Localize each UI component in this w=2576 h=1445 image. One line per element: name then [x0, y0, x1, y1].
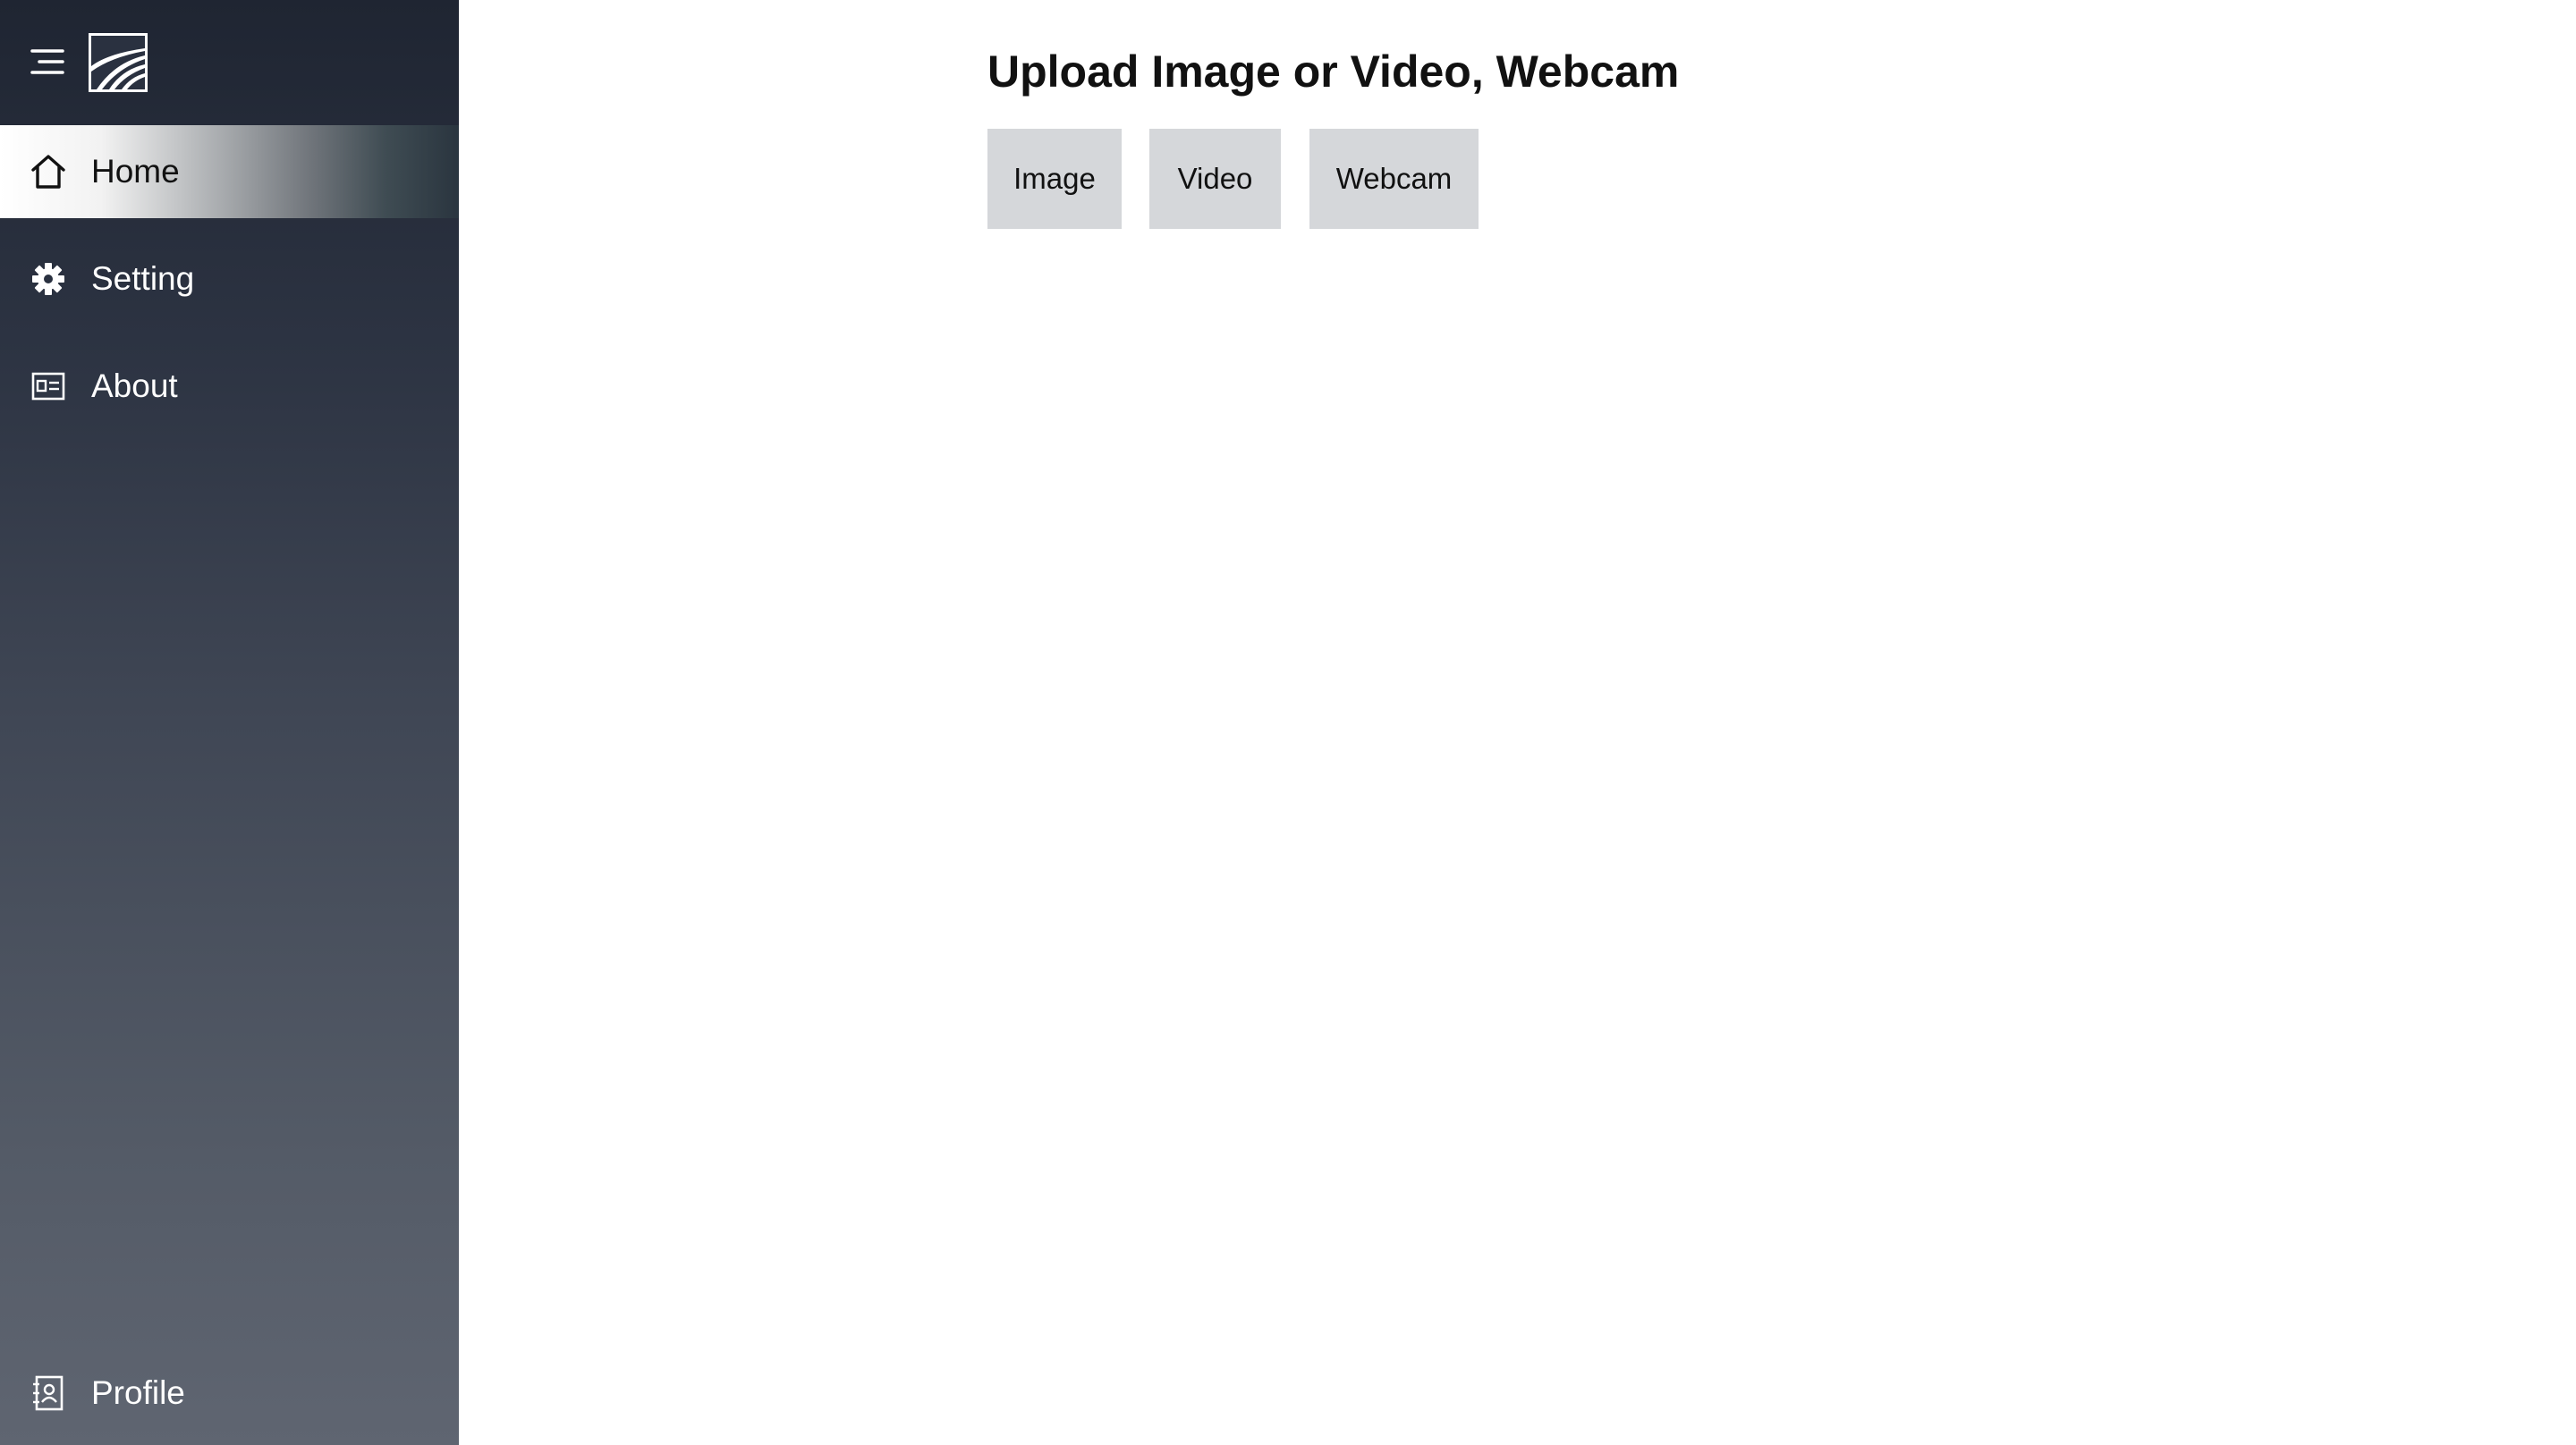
main-content: Upload Image or Video, Webcam Image Vide…	[459, 0, 2576, 1445]
page-title: Upload Image or Video, Webcam	[987, 46, 1680, 97]
sidebar-item-label: About	[91, 368, 178, 404]
sidebar-item-setting[interactable]: Setting	[0, 232, 459, 325]
sidebar-item-label: Home	[91, 153, 180, 190]
profile-label: Profile	[91, 1374, 185, 1411]
sidebar: Home Setting About Profile	[0, 0, 459, 1445]
menu-toggle-icon[interactable]	[30, 46, 64, 77]
id-card-icon	[29, 367, 68, 406]
sidebar-header	[0, 0, 459, 125]
app-window: Home Setting About Profile Upload Image …	[0, 0, 2576, 1445]
video-button[interactable]: Video	[1149, 129, 1281, 229]
sidebar-item-about[interactable]: About	[0, 340, 459, 433]
contact-book-icon	[29, 1373, 68, 1413]
sidebar-item-profile[interactable]: Profile	[0, 1347, 459, 1440]
sidebar-item-home[interactable]: Home	[0, 125, 459, 218]
sidebar-nav: Home Setting About	[0, 125, 459, 447]
home-icon	[29, 152, 68, 191]
image-button[interactable]: Image	[987, 129, 1122, 229]
gear-icon	[29, 259, 68, 299]
sidebar-item-label: Setting	[91, 260, 195, 297]
app-logo	[89, 33, 148, 92]
webcam-button[interactable]: Webcam	[1309, 129, 1479, 229]
